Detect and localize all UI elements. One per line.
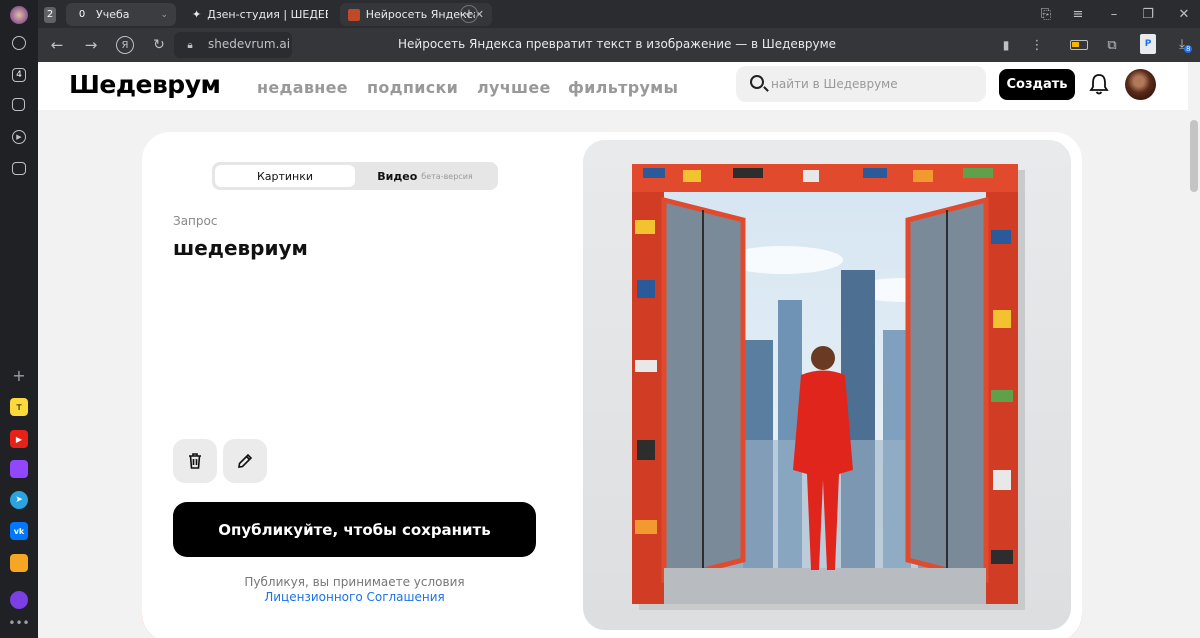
tab-label: Нейросеть Яндекса пр [365,8,475,21]
screenshot-icon[interactable] [12,162,26,175]
telegram-icon[interactable]: ➤ [10,491,28,509]
mail-icon[interactable] [10,554,28,572]
search-icon [750,75,764,89]
tab-group-counter[interactable]: 2 [38,3,68,26]
chevron-down-icon[interactable]: ⌄ [160,10,168,20]
alice-icon[interactable] [10,591,28,609]
youtube-icon[interactable]: ▶ [10,430,28,448]
site-logo[interactable]: Шедеврум [69,70,221,99]
license-agreement-link[interactable]: Лицензионного Соглашения [173,590,536,605]
profile-avatar-icon[interactable] [10,6,28,24]
tab-label: Дзен-студия | ШЕДЕВРИ [207,8,328,21]
vk-icon[interactable]: vk [10,522,28,540]
pencil-icon [238,453,253,468]
forward-icon[interactable]: → [82,36,100,54]
media-type-switch: Картинки Видео бета-версия [212,162,498,190]
search-placeholder: найти в Шедевруме [771,77,898,91]
shedevrum-favicon-icon [348,8,360,21]
tab-images[interactable]: Картинки [215,165,355,187]
bell-icon[interactable] [1088,72,1110,96]
edit-button[interactable] [223,439,267,483]
tab-video[interactable]: Видео бета-версия [355,165,495,187]
scrollbar-thumb[interactable] [1190,120,1198,192]
yandex-messenger-icon[interactable]: т [10,398,28,416]
nav-subscriptions[interactable]: подписки [367,78,458,97]
nav-best[interactable]: лучшее [477,78,551,97]
menu-icon[interactable]: ≡ [1070,6,1086,22]
downloads-badge: 8 [1184,45,1193,53]
page-scrollbar[interactable] [1188,62,1200,638]
reload-icon[interactable]: ↻ [150,36,168,54]
delete-button[interactable] [173,439,217,483]
terms-text: Публикуя, вы принимаете условия [244,575,465,589]
nav-recent[interactable]: недавнее [257,78,348,97]
collections-icon[interactable] [12,98,25,111]
add-panel-icon[interactable]: + [10,366,28,385]
tab-video-label: Видео [377,169,418,183]
close-window-icon[interactable]: ✕ [1176,6,1192,22]
artwork-illustration [632,164,1025,610]
trash-icon [189,453,201,469]
bookmarks-panel-icon[interactable]: ⎘ [1038,6,1054,22]
publish-button[interactable]: Опубликуйте, чтобы сохранить [173,502,536,557]
url-text[interactable]: shedevrum.ai [208,37,290,51]
user-avatar[interactable] [1125,69,1156,100]
site-header: Шедеврум недавнее подписки лучшее фильтр… [38,62,1188,110]
nav-filtrums[interactable]: фильтрумы [568,78,678,97]
create-button[interactable]: Создать [999,69,1075,100]
browser-tabbar: 2 0 Учеба ⌄ ✦ Дзен-студия | ШЕДЕВРИ Нейр… [38,0,1200,28]
extension-icon[interactable]: P [1140,34,1156,54]
search-input[interactable]: найти в Шедевруме [736,66,986,102]
minimize-icon[interactable]: – [1106,6,1122,22]
request-text: шедевриум [173,236,308,260]
tab-group-ucheba[interactable]: 0 Учеба ⌄ [66,3,176,26]
battery-icon[interactable] [1070,40,1088,50]
tab-group-count: 0 [78,9,86,20]
back-icon[interactable]: ← [48,36,66,54]
more-vertical-icon[interactable]: ⋮ [1031,36,1044,54]
tab-label: Учеба [96,8,130,21]
history-icon[interactable] [12,36,26,50]
beta-badge: бета-версия [421,171,473,181]
bookmark-icon[interactable]: ▮ [998,36,1014,54]
address-page-title: Нейросеть Яндекса превратит текст в изоб… [398,37,837,51]
request-label: Запрос [173,214,218,228]
tab-dzen-studio[interactable]: ✦ Дзен-студия | ШЕДЕВРИ [184,3,336,26]
more-icon[interactable]: ••• [8,614,29,632]
tab-count-icon[interactable]: 4 [12,68,26,82]
tab-group-count: 2 [44,6,56,23]
twitch-icon[interactable] [10,460,28,478]
generated-image[interactable] [583,140,1071,630]
site-page: Шедеврум недавнее подписки лучшее фильтр… [38,62,1188,638]
restore-icon[interactable]: ❐ [1140,6,1156,22]
lock-icon[interactable]: 🔒︎ [184,38,196,52]
browser-side-rail: 4 ▶ + т ▶ ➤ vk ••• [0,0,38,638]
translate-icon[interactable]: ⧉ [1104,36,1120,54]
new-tab-icon[interactable]: + [460,5,478,23]
terms-note: Публикуя, вы принимаете условия Лицензио… [173,575,536,605]
yandex-icon[interactable]: Я [116,36,134,54]
dzen-icon: ✦ [192,8,202,21]
editor-card: Картинки Видео бета-версия Запрос шедевр… [142,132,1082,638]
video-play-icon[interactable]: ▶ [12,130,26,144]
